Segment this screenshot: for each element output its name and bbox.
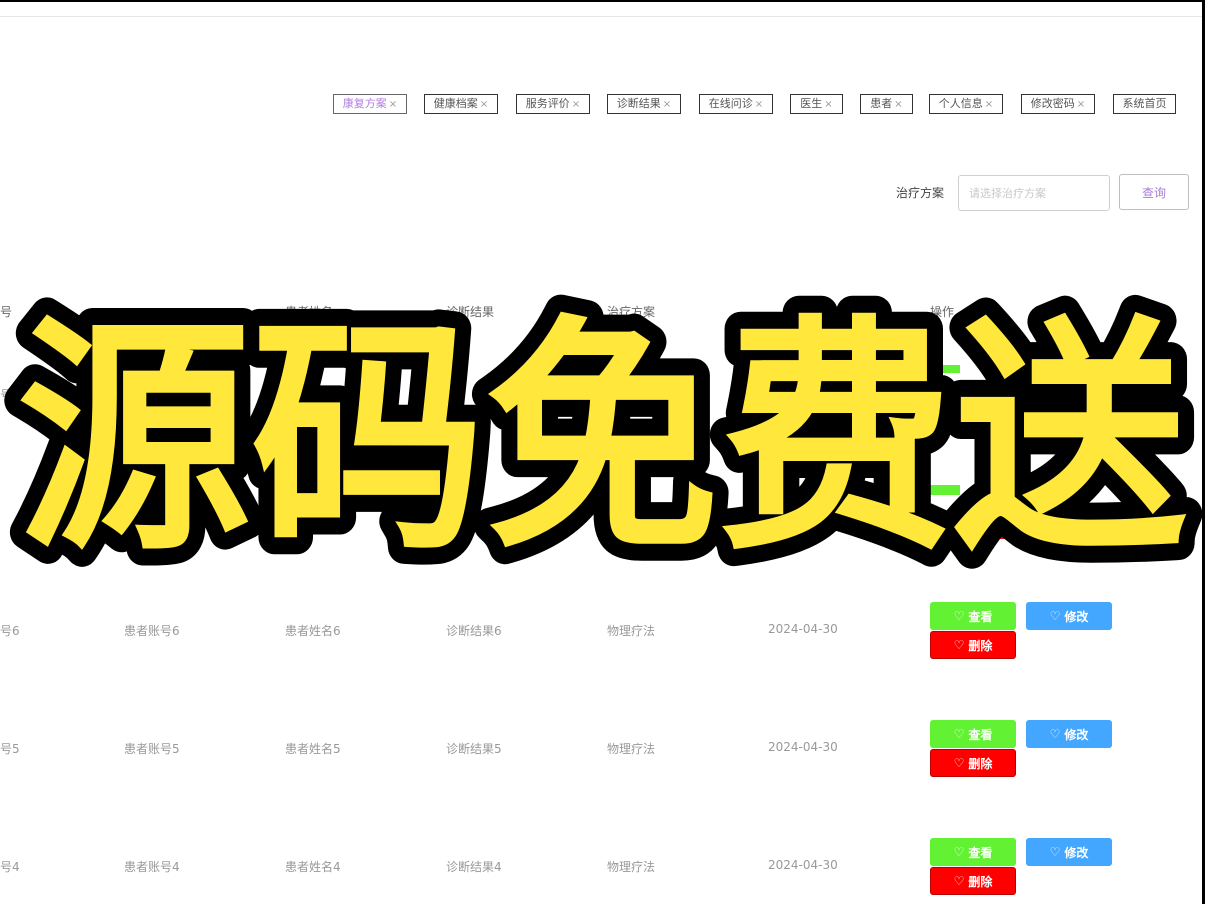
table-cell-account: 患者账号6 [124, 624, 180, 638]
search-button[interactable]: 查询 [1119, 174, 1189, 210]
table-cell-date: 2024-04-30 [768, 740, 838, 754]
close-icon[interactable]: × [480, 99, 488, 110]
close-icon[interactable]: × [824, 99, 832, 110]
table-cell-account: 患者账号4 [124, 860, 180, 874]
view-button-label: 查看 [968, 727, 993, 742]
heart-icon: ♡ [953, 756, 965, 770]
delete-button-label: 删除 [968, 756, 993, 771]
table-cell-diagnosis: 诊断结果6 [446, 624, 502, 638]
tag-change-password[interactable]: 修改密码 × [1021, 94, 1095, 114]
close-icon[interactable]: × [985, 99, 993, 110]
delete-button[interactable]: ♡ 删除 [930, 631, 1016, 659]
table-row: 号4 患者账号4 患者姓名4 诊断结果4 物理疗法 2024-04-30 ♡ 查看… [0, 838, 1202, 918]
view-button[interactable]: ♡ 查看 [930, 720, 1016, 748]
table-cell-id: 号4 [0, 860, 20, 874]
tag-rehab-plan[interactable]: 康复方案 × [333, 94, 407, 114]
table-cell-plan: 物理疗法 [607, 624, 656, 638]
tag-patient[interactable]: 患者 × [860, 94, 913, 114]
tag-health-record[interactable]: 健康档案 × [424, 94, 498, 114]
delete-button-label: 删除 [968, 874, 993, 889]
tag-label: 系统首页 [1122, 97, 1167, 110]
close-icon[interactable]: × [572, 99, 580, 110]
heart-icon: ♡ [953, 638, 965, 652]
table-cell-plan: 物理疗法 [607, 860, 656, 874]
table-cell-id: 号5 [0, 742, 20, 756]
heart-icon: ♡ [1049, 727, 1061, 741]
view-button-label: 查看 [968, 845, 993, 860]
heart-icon: ♡ [953, 727, 965, 741]
table-cell-date: 2024-04-30 [768, 858, 838, 872]
tag-label: 诊断结果 [616, 97, 661, 110]
table-cell-diagnosis: 诊断结果4 [446, 860, 502, 874]
edit-button[interactable]: ♡ 修改 [1026, 838, 1112, 866]
view-button[interactable]: ♡ 查看 [930, 602, 1016, 630]
delete-button[interactable]: ♡ 删除 [930, 867, 1016, 895]
tag-service-review[interactable]: 服务评价 × [516, 94, 590, 114]
close-icon[interactable]: × [755, 99, 763, 110]
close-icon[interactable]: × [389, 99, 397, 110]
header-divider [0, 16, 1202, 17]
close-icon[interactable]: × [894, 99, 902, 110]
edit-button[interactable]: ♡ 修改 [1026, 720, 1112, 748]
table-cell-id: 号6 [0, 624, 20, 638]
table-cell-name: 患者姓名6 [285, 624, 341, 638]
close-icon[interactable]: × [663, 99, 671, 110]
search-label: 治疗方案 [896, 186, 945, 200]
delete-button-label: 删除 [968, 638, 993, 653]
edit-button-label: 修改 [1064, 845, 1089, 860]
tag-label: 修改密码 [1030, 97, 1075, 110]
heart-icon: ♡ [953, 874, 965, 888]
tag-label: 个人信息 [938, 97, 983, 110]
edit-button-label: 修改 [1064, 609, 1089, 624]
tag-doctor[interactable]: 医生 × [790, 94, 843, 114]
edit-button-label: 修改 [1064, 727, 1089, 742]
tag-label: 服务评价 [525, 97, 570, 110]
search-input[interactable] [958, 175, 1110, 211]
table-row: 号6 患者账号6 患者姓名6 诊断结果6 物理疗法 2024-04-30 ♡ 查看… [0, 602, 1202, 682]
tag-label: 在线问诊 [708, 97, 753, 110]
tag-label: 患者 [870, 97, 893, 110]
tag-label: 健康档案 [433, 97, 478, 110]
heart-icon: ♡ [953, 845, 965, 859]
tag-home[interactable]: 系统首页 [1113, 94, 1176, 114]
heart-icon: ♡ [953, 609, 965, 623]
close-icon[interactable]: × [1077, 99, 1085, 110]
heart-icon: ♡ [1049, 845, 1061, 859]
tag-label: 医生 [800, 97, 823, 110]
edit-button[interactable]: ♡ 修改 [1026, 602, 1112, 630]
view-button-label: 查看 [968, 609, 993, 624]
tab-tags-bar: 康复方案 × 健康档案 × 服务评价 × 诊断结果 × 在线问诊 × 医生 × 患者 × 个人… [0, 94, 1202, 116]
tag-online-consult[interactable]: 在线问诊 × [699, 94, 773, 114]
tag-label: 康复方案 [342, 97, 387, 110]
tag-personal-info[interactable]: 个人信息 × [929, 94, 1003, 114]
table-cell-date: 2024-04-30 [768, 622, 838, 636]
tag-diagnosis[interactable]: 诊断结果 × [607, 94, 681, 114]
promo-overlay-graphic: 源码免费送 源码免费送 [0, 279, 1204, 580]
view-button[interactable]: ♡ 查看 [930, 838, 1016, 866]
delete-button[interactable]: ♡ 删除 [930, 749, 1016, 777]
table-cell-name: 患者姓名5 [285, 742, 341, 756]
table-cell-plan: 物理疗法 [607, 742, 656, 756]
table-cell-diagnosis: 诊断结果5 [446, 742, 502, 756]
promo-overlay: 源码免费送 源码免费送 [0, 270, 1205, 580]
window-top-border [0, 0, 1205, 2]
table-row: 号5 患者账号5 患者姓名5 诊断结果5 物理疗法 2024-04-30 ♡ 查看… [0, 720, 1202, 800]
heart-icon: ♡ [1049, 609, 1061, 623]
table-cell-name: 患者姓名4 [285, 860, 341, 874]
promo-text: 源码免费送 [17, 296, 1187, 580]
table-cell-account: 患者账号5 [124, 742, 180, 756]
